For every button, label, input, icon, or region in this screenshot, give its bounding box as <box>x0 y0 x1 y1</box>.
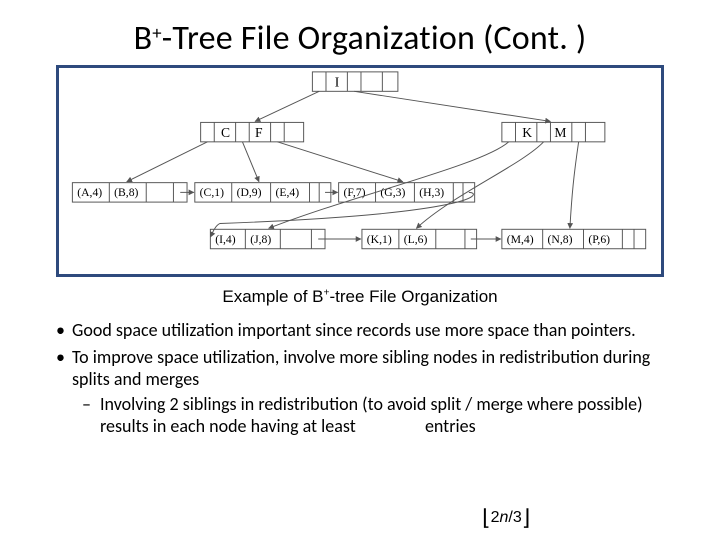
svg-text:(B,8): (B,8) <box>114 186 138 199</box>
leaf-0: (A,4) (B,8) <box>72 183 187 202</box>
diagram-caption: Example of B+-tree File Organization <box>50 287 670 307</box>
title-sup: + <box>152 22 162 45</box>
svg-text:(J,8): (J,8) <box>250 233 271 246</box>
root-key-0: I <box>335 74 340 89</box>
bullet-1: To improve space utilization, involve mo… <box>54 346 666 438</box>
title-pre: B <box>134 18 153 59</box>
root-node: I <box>312 72 398 91</box>
btree-diagram: I C F <box>56 65 664 277</box>
sub-bullet-0: Involving 2 siblings in redistribution (… <box>72 393 666 438</box>
mid-right-node: K M <box>502 122 605 141</box>
svg-text:(F,7): (F,7) <box>343 186 365 199</box>
svg-text:(G,3): (G,3) <box>380 186 405 199</box>
svg-text:(C,1): (C,1) <box>200 186 224 199</box>
mid-left-key-1: F <box>255 125 263 140</box>
svg-text:(N,8): (N,8) <box>548 233 573 246</box>
title-post: -Tree File Organization (Cont. ) <box>162 18 587 59</box>
leaf-3: (I,4) (J,8) <box>210 229 325 248</box>
svg-text:(E,4): (E,4) <box>275 186 299 199</box>
leaf-2: (F,7) (G,3) (H,3) <box>339 183 475 202</box>
svg-text:(H,3): (H,3) <box>419 186 444 199</box>
mid-right-key-0: K <box>522 125 532 140</box>
mid-left-key-0: C <box>221 125 230 140</box>
svg-text:(M,4): (M,4) <box>507 233 534 246</box>
svg-text:(K,1): (K,1) <box>367 233 392 246</box>
mid-left-node: C F <box>201 122 304 141</box>
bullet-list: Good space utilization important since r… <box>50 319 670 438</box>
svg-text:(A,4): (A,4) <box>77 186 102 199</box>
leaf-4: (K,1) (L,6) <box>362 229 477 248</box>
bullet-0: Good space utilization important since r… <box>54 319 666 342</box>
leaf-5: (M,4) (N,8) (P,6) <box>502 229 646 248</box>
svg-text:(D,9): (D,9) <box>237 186 262 199</box>
mid-right-key-1: M <box>554 125 566 140</box>
pointer-arrows <box>127 91 579 239</box>
leaf-1: (C,1) (D,9) (E,4) <box>195 183 331 202</box>
svg-text:(P,6): (P,6) <box>588 233 610 246</box>
svg-text:(I,4): (I,4) <box>215 233 236 246</box>
floor-formula: ⌊2n/3⌋ <box>482 502 530 528</box>
svg-text:(L,6): (L,6) <box>404 233 428 246</box>
slide-title: B+-Tree File Organization (Cont. ) <box>50 18 670 59</box>
btree-svg: I C F <box>59 68 661 274</box>
